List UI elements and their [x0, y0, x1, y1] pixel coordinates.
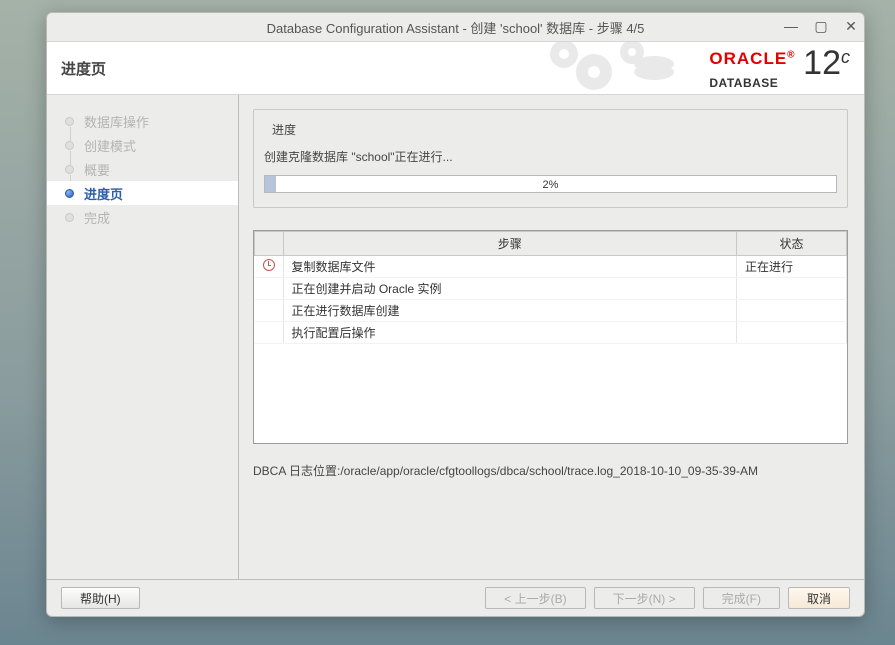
maximize-icon[interactable]: ▢	[812, 17, 830, 35]
main-content: 进度 创建克隆数据库 "school"正在进行... 2% 步骤 状态	[239, 95, 864, 579]
steps-table: 步骤 状态 复制数据库文件正在进行正在创建并启动 Oracle 实例正在进行数据…	[253, 230, 848, 444]
oracle-logo: ORACLE® 12c DATABASE	[709, 50, 850, 89]
clock-icon	[263, 259, 275, 271]
log-location: DBCA 日志位置:/oracle/app/oracle/cfgtoollogs…	[253, 462, 848, 479]
sidebar: 数据库操作 创建模式 概要 进度页 完成	[47, 95, 239, 579]
sidebar-item-label: 进度页	[84, 184, 123, 203]
row-status-cell	[737, 300, 847, 322]
page-title: 进度页	[61, 58, 106, 79]
row-step-cell: 正在进行数据库创建	[283, 300, 737, 322]
table-header-step: 步骤	[283, 232, 737, 256]
sidebar-item-label: 完成	[84, 208, 110, 227]
row-icon-cell	[255, 278, 284, 300]
header: 进度页 ORACLE® 12c DATABASE	[47, 41, 864, 95]
row-step-cell: 执行配置后操作	[283, 322, 737, 344]
footer: 帮助(H) < 上一步(B) 下一步(N) > 完成(F) 取消	[47, 580, 864, 616]
close-icon[interactable]: ✕	[842, 17, 860, 35]
window-controls: — ▢ ✕	[782, 17, 860, 35]
sidebar-item-finish: 完成	[47, 205, 238, 229]
back-button: < 上一步(B)	[485, 587, 585, 609]
table-row: 复制数据库文件正在进行	[255, 256, 847, 278]
row-icon-cell	[255, 256, 284, 278]
sidebar-item-label: 创建模式	[84, 136, 136, 155]
sidebar-item-summary: 概要	[47, 157, 238, 181]
progress-legend: 进度	[268, 121, 300, 138]
progress-percent-label: 2%	[265, 176, 836, 194]
progress-bar: 2%	[264, 175, 837, 193]
next-button: 下一步(N) >	[594, 587, 695, 609]
help-button[interactable]: 帮助(H)	[61, 587, 140, 609]
window-title: Database Configuration Assistant - 创建 's…	[267, 18, 645, 37]
cancel-button[interactable]: 取消	[788, 587, 850, 609]
row-status-cell	[737, 278, 847, 300]
row-status-cell	[737, 322, 847, 344]
table-row: 执行配置后操作	[255, 322, 847, 344]
titlebar: Database Configuration Assistant - 创建 's…	[47, 13, 864, 41]
sidebar-item-progress: 进度页	[47, 181, 238, 205]
finish-button: 完成(F)	[703, 587, 780, 609]
progress-fieldset: 进度 创建克隆数据库 "school"正在进行... 2%	[253, 109, 848, 208]
table-header-status: 状态	[737, 232, 847, 256]
gears-decoration	[534, 41, 684, 94]
row-step-cell: 正在创建并启动 Oracle 实例	[283, 278, 737, 300]
minimize-icon[interactable]: —	[782, 17, 800, 35]
row-icon-cell	[255, 300, 284, 322]
dialog-window: Database Configuration Assistant - 创建 's…	[46, 12, 865, 617]
row-icon-cell	[255, 322, 284, 344]
table-row: 正在进行数据库创建	[255, 300, 847, 322]
sidebar-item-db-operation: 数据库操作	[47, 109, 238, 133]
sidebar-item-label: 数据库操作	[84, 112, 149, 131]
row-status-cell: 正在进行	[737, 256, 847, 278]
progress-status-text: 创建克隆数据库 "school"正在进行...	[264, 148, 837, 165]
table-row: 正在创建并启动 Oracle 实例	[255, 278, 847, 300]
sidebar-item-label: 概要	[84, 160, 110, 179]
row-step-cell: 复制数据库文件	[283, 256, 737, 278]
body: 数据库操作 创建模式 概要 进度页 完成 进度 创建克隆数据库 "school"…	[47, 95, 864, 580]
sidebar-item-create-mode: 创建模式	[47, 133, 238, 157]
table-header-icon	[255, 232, 284, 256]
